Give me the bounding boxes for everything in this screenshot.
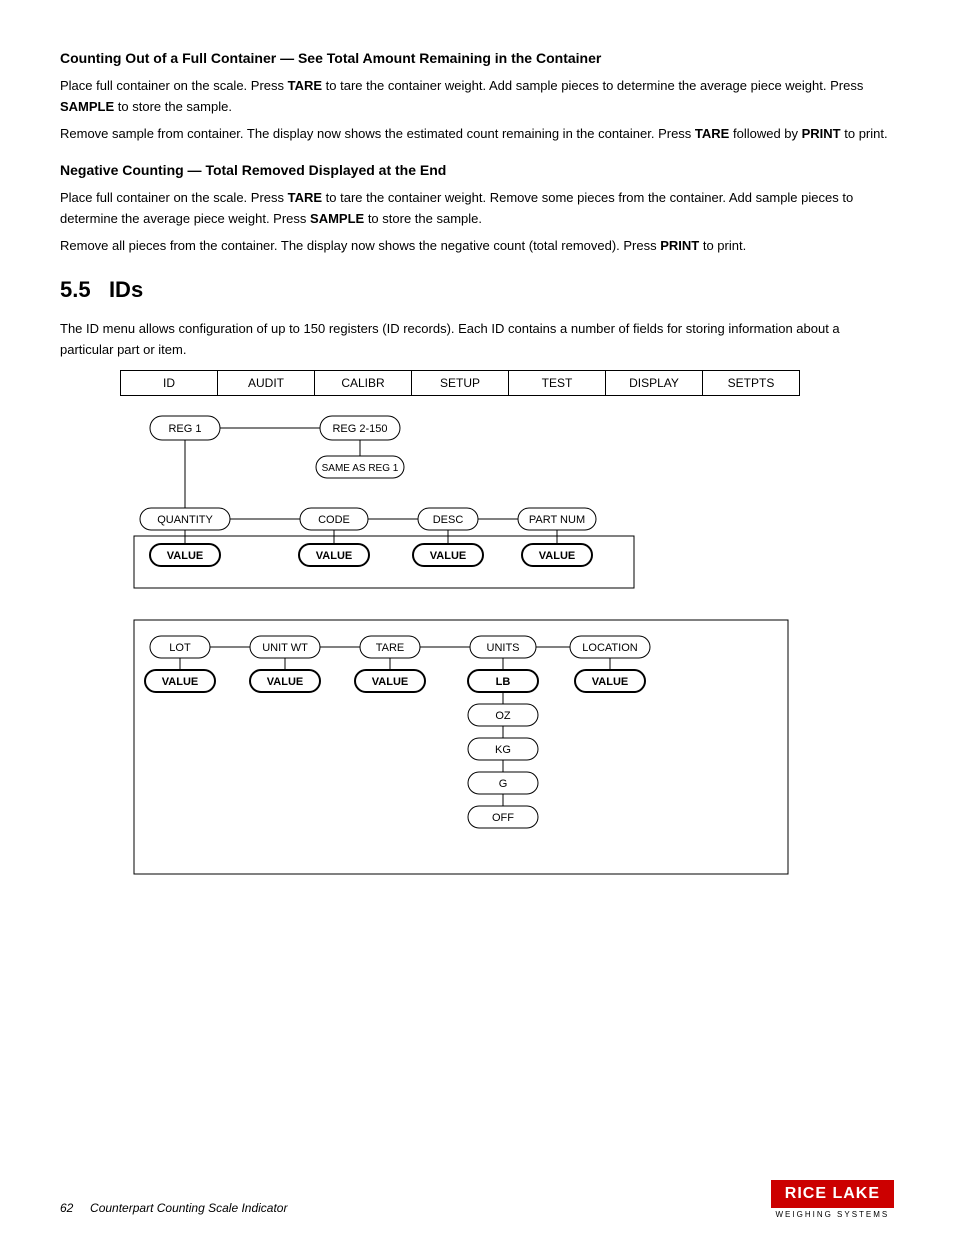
svg-text:G: G <box>499 778 508 790</box>
logo-sub: WEIGHING SYSTEMS <box>775 1210 889 1219</box>
footer-page: 62 Counterpart Counting Scale Indicator <box>60 1201 287 1215</box>
svg-text:DESC: DESC <box>433 514 464 526</box>
svg-text:QUANTITY: QUANTITY <box>157 514 213 526</box>
menu-test: TEST <box>509 371 606 395</box>
svg-text:KG: KG <box>495 744 511 756</box>
section1-para1: Place full container on the scale. Press… <box>60 76 894 118</box>
section2-title: Negative Counting — Total Removed Displa… <box>60 162 894 178</box>
svg-text:VALUE: VALUE <box>592 676 628 688</box>
svg-text:LB: LB <box>496 676 511 688</box>
sample-key-2: SAMPLE <box>310 211 364 226</box>
svg-text:UNITS: UNITS <box>487 642 520 654</box>
svg-text:VALUE: VALUE <box>372 676 408 688</box>
svg-text:VALUE: VALUE <box>267 676 303 688</box>
section1: Counting Out of a Full Container — See T… <box>60 50 894 144</box>
section1-title: Counting Out of a Full Container — See T… <box>60 50 894 66</box>
section55-heading: 5.5 IDs <box>60 277 894 303</box>
svg-text:VALUE: VALUE <box>430 550 466 562</box>
print-key-2: PRINT <box>660 238 699 253</box>
svg-text:OFF: OFF <box>492 812 514 824</box>
svg-text:VALUE: VALUE <box>167 550 203 562</box>
svg-text:CODE: CODE <box>318 514 350 526</box>
svg-text:SAME AS REG 1: SAME AS REG 1 <box>322 463 399 474</box>
print-key-1: PRINT <box>802 126 841 141</box>
tree-diagram: REG 1 REG 2-150 SAME AS REG 1 QUANTITY C… <box>120 396 800 896</box>
section2: Negative Counting — Total Removed Displa… <box>60 162 894 256</box>
ids-diagram: ID AUDIT CALIBR SETUP TEST DISPLAY SETPT… <box>120 370 800 896</box>
section2-para1: Place full container on the scale. Press… <box>60 188 894 230</box>
tare-key-1: TARE <box>288 78 322 93</box>
menu-calibr: CALIBR <box>315 371 412 395</box>
menu-setpts: SETPTS <box>703 371 799 395</box>
section1-para2: Remove sample from container. The displa… <box>60 124 894 145</box>
svg-text:REG 2-150: REG 2-150 <box>332 423 387 435</box>
section55-body: The ID menu allows configuration of up t… <box>60 319 894 361</box>
svg-text:UNIT WT: UNIT WT <box>262 642 308 654</box>
svg-text:TARE: TARE <box>376 642 405 654</box>
section55: 5.5 IDs The ID menu allows configuration… <box>60 277 894 361</box>
svg-text:VALUE: VALUE <box>162 676 198 688</box>
svg-text:LOCATION: LOCATION <box>582 642 637 654</box>
logo-rice-lake: RICE LAKE <box>771 1180 894 1208</box>
menu-display: DISPLAY <box>606 371 703 395</box>
menu-bar: ID AUDIT CALIBR SETUP TEST DISPLAY SETPT… <box>120 370 800 396</box>
svg-text:OZ: OZ <box>495 710 511 722</box>
svg-text:VALUE: VALUE <box>316 550 352 562</box>
menu-setup: SETUP <box>412 371 509 395</box>
svg-text:PART NUM: PART NUM <box>529 514 585 526</box>
section2-para2: Remove all pieces from the container. Th… <box>60 236 894 257</box>
menu-id: ID <box>121 371 218 395</box>
tare-key-2: TARE <box>695 126 729 141</box>
svg-text:REG 1: REG 1 <box>168 423 201 435</box>
svg-text:LOT: LOT <box>169 642 191 654</box>
logo-area: RICE LAKE WEIGHING SYSTEMS <box>771 1180 894 1219</box>
menu-audit: AUDIT <box>218 371 315 395</box>
sample-key-1: SAMPLE <box>60 99 114 114</box>
svg-text:VALUE: VALUE <box>539 550 575 562</box>
tare-key-3: TARE <box>288 190 322 205</box>
